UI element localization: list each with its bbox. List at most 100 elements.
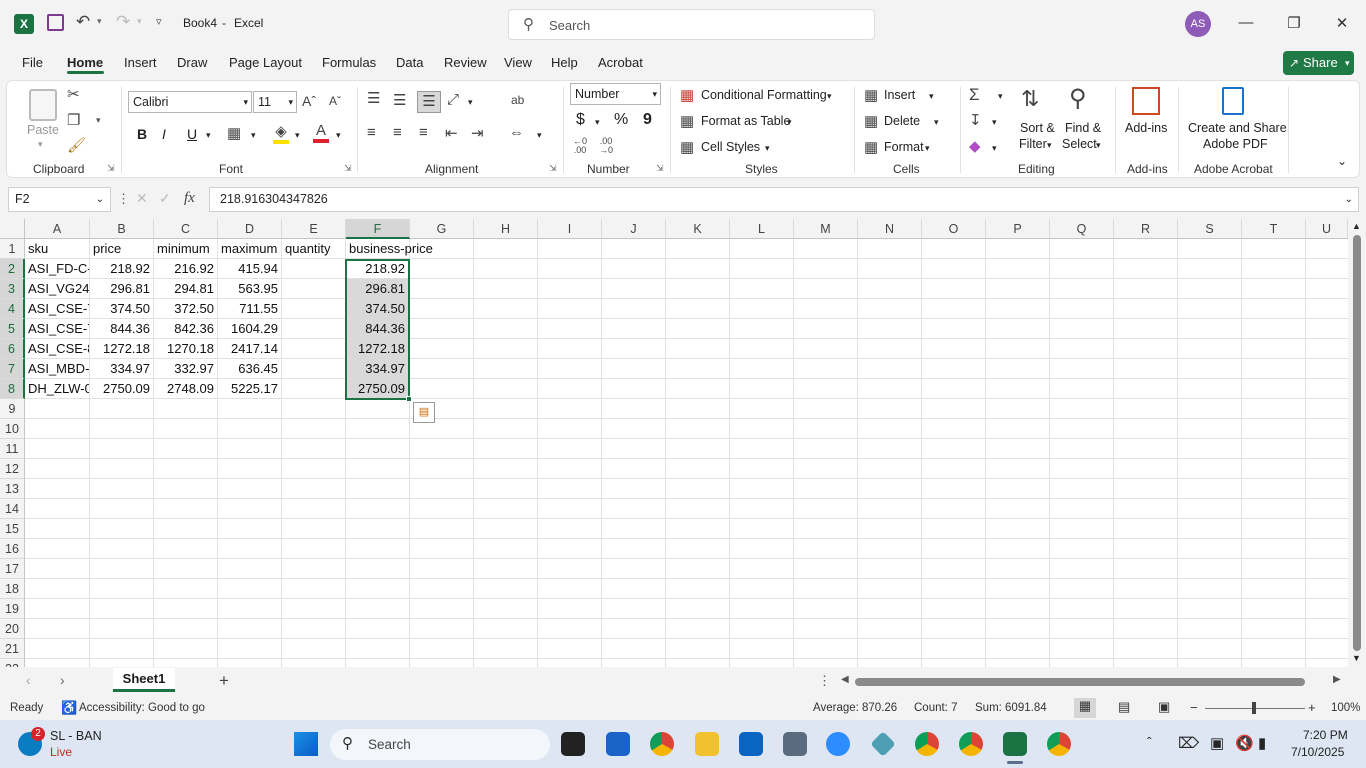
column-header-d[interactable]: D <box>218 219 282 239</box>
column-header-k[interactable]: K <box>666 219 730 239</box>
minimize-icon[interactable]: — <box>1236 14 1256 31</box>
expand-formula-icon[interactable]: ⌄ <box>1345 188 1353 211</box>
redo-icon[interactable]: ↷ <box>116 12 130 32</box>
cell-a6[interactable]: ASI_CSE-8 <box>25 339 89 359</box>
paste-dropdown-icon[interactable]: ▾ <box>38 139 43 150</box>
tab-review[interactable]: Review <box>444 55 487 70</box>
share-button[interactable]: ↗ Share ▾ <box>1283 51 1354 75</box>
clock-time[interactable]: 7:20 PM <box>1303 728 1348 742</box>
chevron-down-icon[interactable]: ▾ <box>925 143 930 154</box>
bottom-align-icon[interactable]: ☰ <box>417 91 441 113</box>
font-color-dropdown-icon[interactable]: ▾ <box>336 130 341 141</box>
row-header-10[interactable]: 10 <box>0 419 25 439</box>
taskbar-search[interactable]: ⚲ Search <box>330 729 550 760</box>
sort-filter-icon[interactable]: ⇅ <box>1021 86 1039 112</box>
column-header-n[interactable]: N <box>858 219 922 239</box>
chevron-down-icon[interactable]: ▾ <box>992 117 997 128</box>
cell-f1[interactable]: business-price <box>346 239 466 259</box>
cell-a7[interactable]: ASI_MBD- <box>25 359 89 379</box>
cell-d1[interactable]: maximum <box>218 239 281 259</box>
cell-b2[interactable]: 218.92 <box>90 259 153 279</box>
tab-data[interactable]: Data <box>396 55 423 70</box>
scroll-up-icon[interactable]: ▲ <box>1352 221 1361 231</box>
copy-dropdown-icon[interactable]: ▾ <box>96 115 101 126</box>
fill-icon[interactable]: ↧ <box>969 111 982 129</box>
top-align-icon[interactable]: ☰ <box>367 89 380 107</box>
number-launcher-icon[interactable]: ⇲ <box>656 163 664 174</box>
align-right-icon[interactable]: ≡ <box>419 124 428 141</box>
create-pdf-label-1[interactable]: Create and Share <box>1188 121 1287 135</box>
chrome-profile-2-icon[interactable] <box>959 732 983 756</box>
row-header-2[interactable]: 2 <box>0 259 25 279</box>
insert-cells-icon[interactable]: ▦ <box>864 86 878 104</box>
bold-button[interactable]: B <box>137 126 147 142</box>
decrease-decimal-icon[interactable]: .00 →0 <box>599 137 613 155</box>
create-pdf-label-2[interactable]: Adobe PDF <box>1203 137 1268 151</box>
cell-b3[interactable]: 296.81 <box>90 279 153 299</box>
format-as-table-button[interactable]: Format as Table <box>701 114 790 128</box>
formula-input[interactable]: 218.916304347826 ⌄ <box>209 187 1359 212</box>
add-ins-icon[interactable] <box>1132 87 1160 115</box>
currency-button[interactable]: $ <box>576 111 585 129</box>
row-header-20[interactable]: 20 <box>0 619 25 639</box>
find-select-label-1[interactable]: Find & <box>1065 121 1101 135</box>
column-header-l[interactable]: L <box>730 219 794 239</box>
add-sheet-button[interactable]: + <box>219 671 229 691</box>
clipboard-launcher-icon[interactable]: ⇲ <box>107 163 115 174</box>
column-header-e[interactable]: E <box>282 219 346 239</box>
orientation-dropdown-icon[interactable]: ▾ <box>468 97 473 108</box>
alignment-launcher-icon[interactable]: ⇲ <box>549 163 557 174</box>
format-cells-icon[interactable]: ▦ <box>864 138 878 156</box>
horizontal-scroll-thumb[interactable] <box>855 678 1305 686</box>
volume-icon[interactable]: 🔇 <box>1235 734 1254 752</box>
tab-page-layout[interactable]: Page Layout <box>229 55 302 70</box>
calculator-icon[interactable] <box>783 732 807 756</box>
sort-filter-label-2[interactable]: Filter <box>1019 137 1047 151</box>
chevron-down-icon[interactable]: ▾ <box>934 117 939 128</box>
wrap-text-icon[interactable]: ab <box>511 93 524 107</box>
row-header-1[interactable]: 1 <box>0 239 25 259</box>
insert-function-button[interactable]: fx <box>184 190 195 207</box>
increase-indent-icon[interactable]: ⇥ <box>471 124 484 142</box>
currency-dropdown-icon[interactable]: ▾ <box>595 117 600 128</box>
name-box[interactable]: F2 ⌄ <box>8 187 111 212</box>
cell-styles-icon[interactable]: ▦ <box>680 138 694 156</box>
align-left-icon[interactable]: ≡ <box>367 124 376 141</box>
copy-icon[interactable]: ❐ <box>67 111 80 129</box>
battery-icon[interactable]: ▮ <box>1258 734 1266 752</box>
cell-a3[interactable]: ASI_VG24 <box>25 279 89 299</box>
cell-styles-button[interactable]: Cell Styles <box>701 140 760 154</box>
row-header-11[interactable]: 11 <box>0 439 25 459</box>
cut-icon[interactable]: ✂ <box>67 85 80 103</box>
insert-cells-button[interactable]: Insert <box>884 88 915 102</box>
cell-c3[interactable]: 294.81 <box>154 279 217 299</box>
conditional-formatting-button[interactable]: Conditional Formatting <box>701 88 827 102</box>
chevron-down-icon[interactable]: ▾ <box>1096 140 1101 151</box>
cell-a2[interactable]: ASI_FD-C- <box>25 259 89 279</box>
cell-a8[interactable]: DH_ZLW-0 <box>25 379 89 399</box>
chevron-down-icon[interactable]: ▾ <box>929 91 934 102</box>
row-header-9[interactable]: 9 <box>0 399 25 419</box>
quick-analysis-icon[interactable]: ▤ <box>413 402 435 423</box>
tab-insert[interactable]: Insert <box>124 55 157 70</box>
row-header-6[interactable]: 6 <box>0 339 25 359</box>
network-icon[interactable]: ⌦ <box>1178 734 1199 752</box>
format-as-table-icon[interactable]: ▦ <box>680 112 694 130</box>
column-header-o[interactable]: O <box>922 219 986 239</box>
sheet-tab-sheet1[interactable]: Sheet1 <box>113 668 175 692</box>
clock-date[interactable]: 7/10/2025 <box>1291 745 1344 759</box>
cell-b5[interactable]: 844.36 <box>90 319 153 339</box>
tab-draw[interactable]: Draw <box>177 55 207 70</box>
decrease-font-icon[interactable]: Aˇ <box>329 94 341 108</box>
windows-start-icon[interactable] <box>294 732 318 756</box>
chevron-down-icon[interactable]: ▾ <box>787 117 792 128</box>
select-all-corner[interactable] <box>0 219 25 239</box>
orientation-icon[interactable]: ⤢ <box>447 91 459 108</box>
clear-icon[interactable]: ◆ <box>969 137 981 155</box>
undo-icon[interactable]: ↶ <box>76 12 90 32</box>
cell-d7[interactable]: 636.45 <box>218 359 281 379</box>
column-header-i[interactable]: I <box>538 219 602 239</box>
customize-qat-icon[interactable]: ▿ <box>156 15 162 28</box>
chrome-profile-3-icon[interactable] <box>1047 732 1071 756</box>
weather-subtitle[interactable]: Live <box>50 745 72 759</box>
